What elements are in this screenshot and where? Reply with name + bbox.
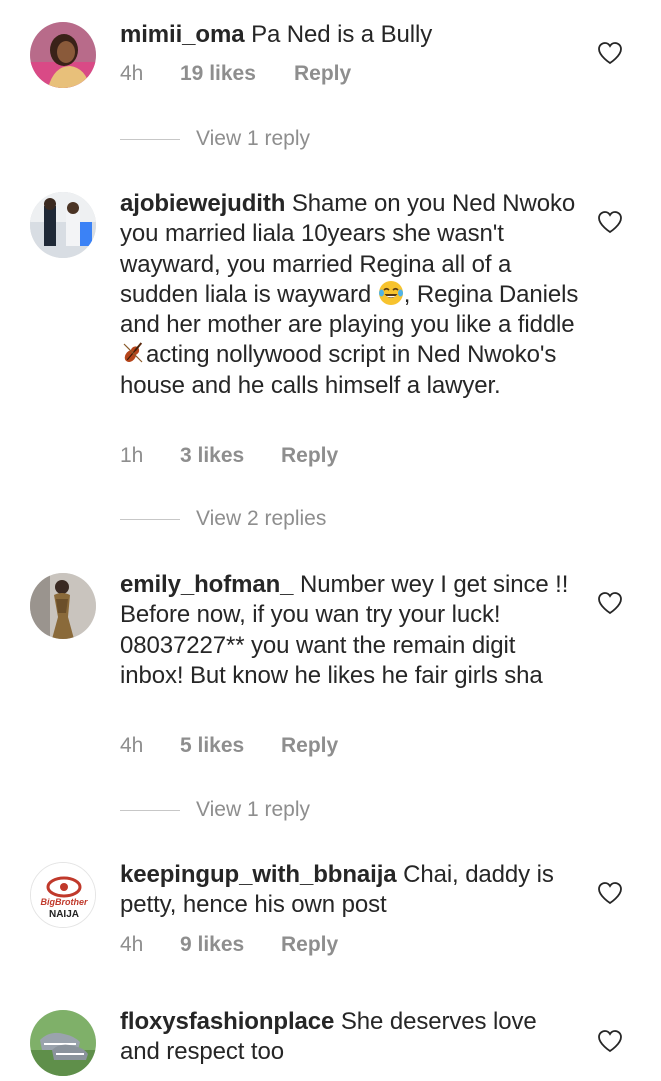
face-with-tears-of-joy-icon (378, 280, 403, 305)
avatar[interactable] (30, 22, 96, 88)
view-replies-label: View 1 reply (196, 127, 311, 150)
bbnaija-logo: BigBrother NAIJA (31, 863, 95, 927)
violin-icon (123, 342, 143, 363)
comment-username[interactable]: mimii_oma (120, 21, 245, 48)
avatar-photo (30, 22, 96, 88)
avatar[interactable] (30, 192, 96, 258)
reply-button[interactable]: Reply (281, 441, 338, 471)
view-replies-button[interactable]: View 1 reply (120, 795, 310, 825)
comment-text: floxysfashionplace She deserves love and… (120, 1007, 580, 1068)
heart-outline-icon[interactable] (597, 591, 623, 615)
view-replies-label: View 1 reply (196, 798, 311, 821)
comment-text: mimii_oma Pa Ned is a Bully (120, 20, 580, 50)
avatar-photo (30, 1010, 96, 1076)
view-replies-label: View 2 replies (196, 507, 327, 530)
comment-likes[interactable]: 19 likes (180, 59, 280, 89)
view-replies-button[interactable]: View 2 replies (120, 504, 326, 534)
comment-text: ajobiewejudith Shame on you Ned Nwoko yo… (120, 189, 580, 401)
avatar[interactable] (30, 1010, 96, 1076)
comment-meta: 4h 19 likes Reply (120, 59, 351, 89)
comment-time: 1h (120, 444, 144, 467)
comment-username[interactable]: floxysfashionplace (120, 1008, 334, 1035)
avatar[interactable] (30, 573, 96, 639)
divider-line (120, 809, 180, 811)
comment-time: 4h (120, 62, 144, 85)
avatar-photo (30, 573, 96, 639)
divider-line (120, 138, 180, 140)
reply-button[interactable]: Reply (281, 930, 338, 960)
comment-body: Pa Ned is a Bully (251, 21, 433, 48)
comment-meta: 4h 5 likes Reply (120, 731, 338, 761)
comment-username[interactable]: keepingup_with_bbnaija (120, 861, 397, 888)
heart-outline-icon[interactable] (597, 41, 623, 65)
comment-meta: 1h 3 likes Reply (120, 441, 338, 471)
comment-meta: 4h 9 likes Reply (120, 930, 338, 960)
comment-likes[interactable]: 9 likes (180, 930, 281, 960)
comment-time: 4h (120, 734, 144, 757)
divider-line (120, 518, 180, 520)
avatar-photo (30, 192, 96, 258)
view-replies-button[interactable]: View 1 reply (120, 124, 310, 154)
logo-text-line1: BigBrother (41, 897, 88, 907)
avatar[interactable]: BigBrother NAIJA (30, 862, 96, 928)
comment-text: emily_hofman_ Number wey I get since !! … (120, 570, 580, 691)
comment-username[interactable]: emily_hofman_ (120, 571, 294, 598)
heart-outline-icon[interactable] (597, 881, 623, 905)
comment-body-part3: acting nollywood script in Ned Nwoko's h… (120, 341, 557, 399)
heart-outline-icon[interactable] (597, 1029, 623, 1053)
comment-text: keepingup_with_bbnaija Chai, daddy is pe… (120, 860, 580, 921)
reply-button[interactable]: Reply (294, 59, 351, 89)
comment-likes[interactable]: 3 likes (180, 441, 281, 471)
logo-text-line2: NAIJA (49, 909, 79, 920)
reply-button[interactable]: Reply (281, 731, 338, 761)
comment-time: 4h (120, 933, 144, 956)
heart-outline-icon[interactable] (597, 210, 623, 234)
comment-username[interactable]: ajobiewejudith (120, 190, 285, 217)
comment-likes[interactable]: 5 likes (180, 731, 281, 761)
